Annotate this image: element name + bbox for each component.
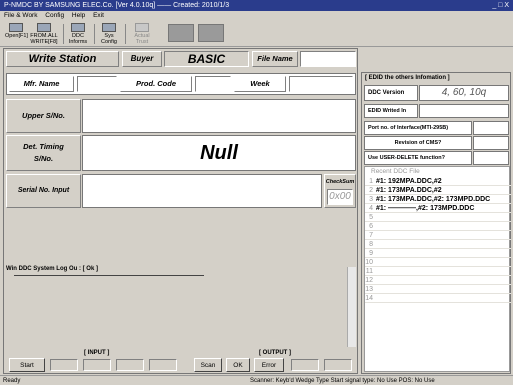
det-timing-label-line2: S/No. xyxy=(33,154,54,163)
actual-trust-label: Actual Trust xyxy=(134,33,150,45)
list-item[interactable]: 3 #1: 173MPA.DDC,#2: 173MPD.DDC xyxy=(365,195,511,204)
edid-written-label: EDID Writed In xyxy=(364,104,418,118)
det-timing-value: Null xyxy=(82,135,356,171)
list-item[interactable]: 14 xyxy=(365,294,511,303)
checksum-label: CheckSum xyxy=(325,179,355,185)
list-item[interactable]: 4 #1: ————,#2: 173MPD.DDC xyxy=(365,204,511,213)
error-button[interactable]: Error xyxy=(254,358,284,372)
port-label: Port no. of Interface(MTI-295B) xyxy=(364,121,472,135)
list-item[interactable]: 5 xyxy=(365,213,511,222)
scanner-status: Scanner: Keyb'd Wedge Type Start signal … xyxy=(250,378,435,384)
upper-sno-label: Upper S/No. xyxy=(6,99,81,133)
menu-help[interactable]: Help xyxy=(72,12,85,19)
serial-input-field[interactable] xyxy=(82,174,322,208)
menu-file-work[interactable]: File & Work xyxy=(4,12,37,19)
file-name-field[interactable] xyxy=(300,51,356,67)
checksum-box: CheckSum 0x00 xyxy=(324,174,356,208)
revision-label: Revision of CMS? xyxy=(364,136,472,150)
window-title-bar: P-NMDC BY SAMSUNG ELEC.Co. [Ver 4.0.10q]… xyxy=(0,0,513,11)
list-item[interactable]: 8 xyxy=(365,240,511,249)
ddc-informs-label: DDC Informs xyxy=(68,33,88,45)
list-item[interactable]: 10 xyxy=(365,258,511,267)
serial-input-label: Serial No. Input xyxy=(6,174,81,208)
list-item[interactable]: 12 xyxy=(365,276,511,285)
week-field[interactable] xyxy=(289,76,353,92)
start-button[interactable]: Start xyxy=(9,358,45,372)
log-title: Win DDC System Log Ou : [ Ok ] xyxy=(6,266,98,272)
sys-config-button[interactable]: Sys Config xyxy=(97,23,121,45)
upper-sno-field[interactable] xyxy=(82,99,356,133)
buyer-label: Buyer xyxy=(122,51,162,67)
menu-config[interactable]: Config xyxy=(45,12,64,19)
mfr-name-field[interactable] xyxy=(77,76,117,92)
toolbar: Open[F1] FROM.ALL WRITE[F8] DDC Informs … xyxy=(0,21,513,47)
open-button[interactable]: Open[F1] xyxy=(5,23,28,45)
actual-trust-button[interactable]: Actual Trust xyxy=(128,23,156,45)
edid-panel: [ EDID the others Infomation ] DDC Versi… xyxy=(361,72,511,374)
list-item[interactable]: 13 xyxy=(365,285,511,294)
edid-panel-title: [ EDID the others Infomation ] xyxy=(365,75,450,81)
buyer-value: BASIC xyxy=(164,51,249,67)
user-delete-label: Use USER-DELETE function? xyxy=(364,151,472,165)
scan-button[interactable]: Scan xyxy=(194,358,222,372)
file-name-label: File Name xyxy=(252,51,298,67)
port-value xyxy=(473,121,509,135)
det-timing-label-line1: Det. Timing xyxy=(23,142,64,151)
station-title: Write Station xyxy=(6,51,119,67)
output-indicator xyxy=(291,359,319,371)
open-button-label: Open[F1] xyxy=(5,33,28,39)
list-item[interactable]: 11 xyxy=(365,267,511,276)
open-file-icon xyxy=(9,23,23,32)
log-scrollbar[interactable] xyxy=(347,267,356,347)
prod-code-field[interactable] xyxy=(195,76,231,92)
week-label: Week xyxy=(234,76,286,92)
input-indicator xyxy=(50,359,78,371)
ddc-version-value: 4, 60, 10q xyxy=(419,85,509,101)
ok-button[interactable]: OK xyxy=(226,358,250,372)
recent-ddc-list: Recent DDC File 1 #1: 192MPA.DDC,#2 2 #1: … xyxy=(364,166,511,372)
list-item[interactable]: 2 #1: 173MPA.DDC,#2 xyxy=(365,186,511,195)
list-item[interactable]: 7 xyxy=(365,231,511,240)
toolbar-separator xyxy=(63,24,64,44)
output-indicator xyxy=(324,359,352,371)
write-all-button[interactable]: FROM.ALL WRITE[F8] xyxy=(29,23,59,45)
list-item[interactable]: 6 xyxy=(365,222,511,231)
status-text: Ready xyxy=(3,378,21,384)
input-group-label: [ INPUT ] xyxy=(84,350,110,356)
output-group-label: [ OUTPUT ] xyxy=(259,350,291,356)
mfr-name-label: Mfr. Name xyxy=(9,76,74,92)
write-all-button-label: FROM.ALL WRITE[F8] xyxy=(30,33,58,45)
toolbar-separator xyxy=(94,24,95,44)
window-title: P-NMDC BY SAMSUNG ELEC.Co. [Ver 4.0.10q]… xyxy=(4,2,230,9)
ddc-informs-button[interactable]: DDC Informs xyxy=(66,23,90,45)
disabled-tool-button[interactable] xyxy=(168,24,194,42)
prod-code-label: Prod. Code xyxy=(120,76,192,92)
input-indicator xyxy=(149,359,177,371)
main-panel: Write Station Buyer BASIC File Name Mfr.… xyxy=(3,48,358,374)
write-icon xyxy=(37,23,51,32)
checksum-value: 0x00 xyxy=(327,189,353,205)
revision-value xyxy=(473,136,509,150)
list-item[interactable]: 1 #1: 192MPA.DDC,#2 xyxy=(365,177,511,186)
trust-icon xyxy=(135,23,149,32)
det-timing-label: Det. Timing S/No. xyxy=(6,135,81,171)
recent-ddc-title: Recent DDC File xyxy=(371,168,420,175)
list-item[interactable]: 9 xyxy=(365,249,511,258)
disabled-tool-button[interactable] xyxy=(198,24,224,42)
menu-bar: File & Work Config Help Exit xyxy=(0,11,513,21)
input-indicator xyxy=(83,359,111,371)
status-bar: Ready Scanner: Keyb'd Wedge Type Start s… xyxy=(0,375,513,385)
ddc-version-label: DDC Version xyxy=(364,85,418,101)
input-indicator xyxy=(116,359,144,371)
user-delete-value xyxy=(473,151,509,165)
window-controls[interactable]: _ □ X xyxy=(492,0,509,11)
log-divider xyxy=(14,275,204,276)
sys-config-label: Sys Config xyxy=(101,33,117,45)
toolbar-separator xyxy=(125,24,126,44)
config-icon xyxy=(102,23,116,32)
menu-exit[interactable]: Exit xyxy=(93,12,104,19)
edid-written-value xyxy=(419,104,509,118)
info-icon xyxy=(71,23,85,32)
